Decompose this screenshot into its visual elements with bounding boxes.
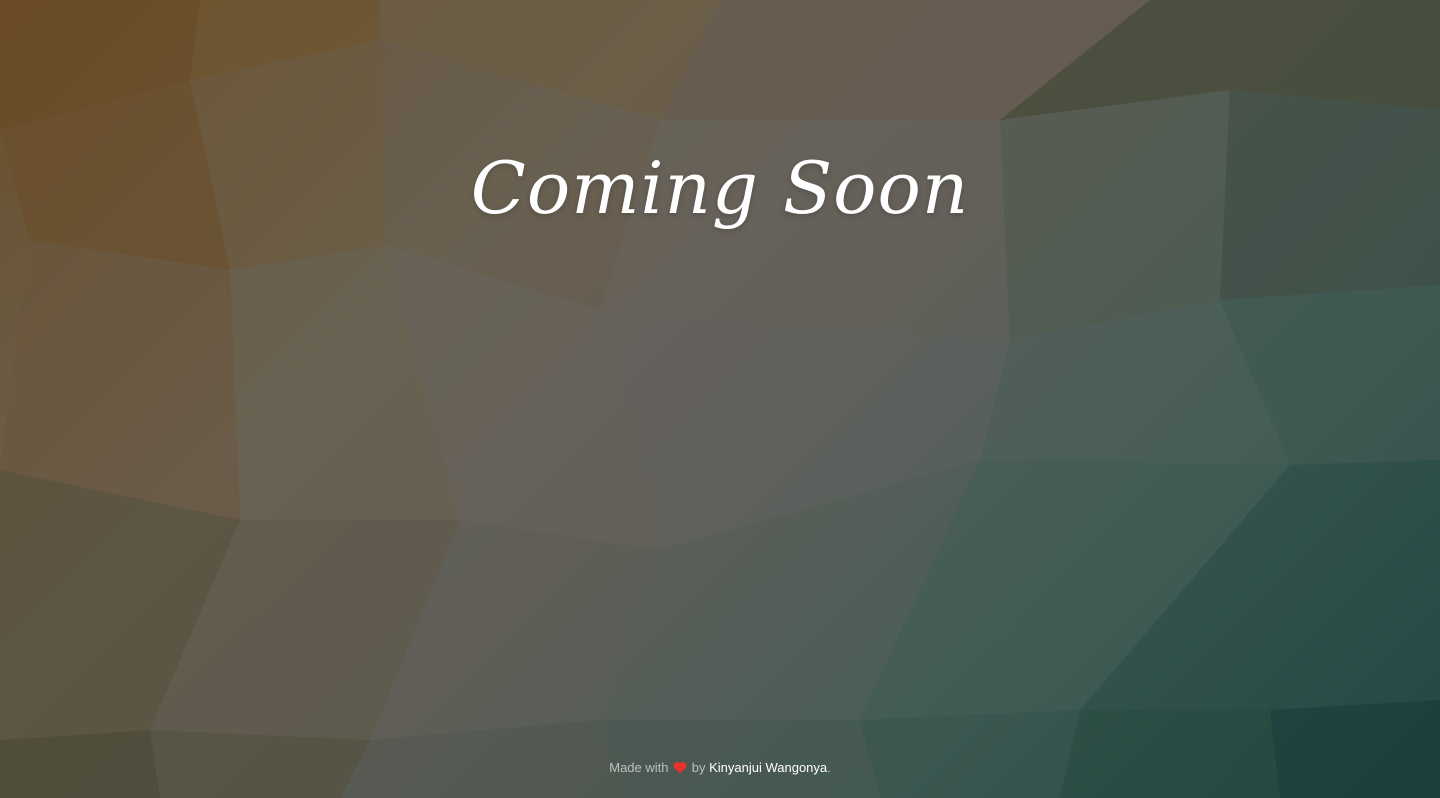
low-poly-background [0,0,1440,798]
author-link[interactable]: Kinyanjui Wangonya [709,760,827,775]
footer-by-text: by [691,760,706,775]
footer-prefix-text: Made with [609,760,669,775]
page-title: Coming Soon [470,146,970,230]
heart-icon [673,761,687,774]
background-polygons [0,0,1440,798]
footer-credit: Made with by Kinyanjui Wangonya. [0,758,1440,778]
footer-suffix-text: . [827,760,831,775]
